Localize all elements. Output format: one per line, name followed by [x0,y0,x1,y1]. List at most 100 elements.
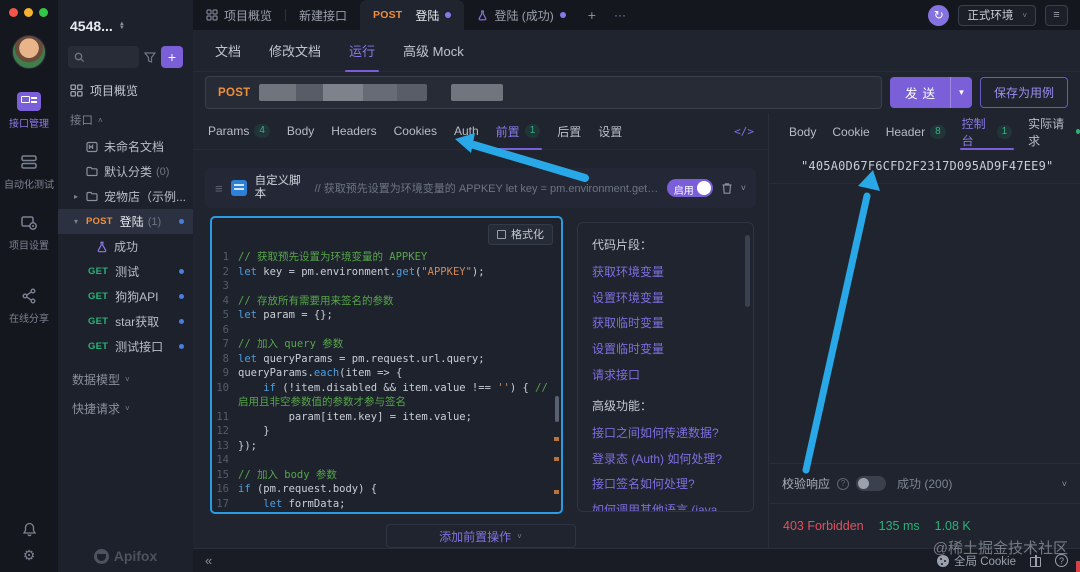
subtab-doc[interactable]: 文档 [215,30,241,72]
code-line[interactable]: 14 [212,453,561,468]
code-view-icon[interactable]: </> [734,125,754,138]
maximize-window-button[interactable] [39,8,48,17]
caret-expanded-icon[interactable]: ▾ [74,217,78,226]
advanced-help-link[interactable]: 如何调用其他语言 (java、python、php 等)? [592,502,741,512]
send-button[interactable]: 发送 ▼ [890,77,972,108]
tab-cookies[interactable]: Cookies [394,113,437,150]
sidebar-item-overview[interactable]: 项目概览 [58,68,193,99]
tab-response-cookie[interactable]: Cookie [832,113,869,150]
rail-item-online-share[interactable]: 在线分享 [0,286,58,325]
code-line[interactable]: 5let param = {}; [212,308,561,323]
code-line[interactable]: 11 param[item.key] = item.value; [212,410,561,425]
tab-auth[interactable]: Auth [454,113,479,150]
snippet-link[interactable]: 获取环境变量 [592,264,741,280]
collapse-sidebar-button[interactable]: « [205,553,212,568]
delete-trash-icon[interactable] [721,182,733,195]
search-input[interactable] [68,46,139,68]
format-button[interactable]: 格式化 [488,224,553,245]
tree-item-default-folder[interactable]: 默认分类 (0) [58,159,193,184]
caret-collapsed-icon[interactable]: ▸ [74,192,78,201]
code-line[interactable]: 1// 获取预先设置为环境变量的 APPKEY [212,250,561,265]
tab-console[interactable]: 控制台 1 [962,113,1013,150]
rail-item-automated-testing[interactable]: 自动化测试 [0,152,58,191]
snippet-link[interactable]: 设置环境变量 [592,290,741,306]
gift-icon[interactable] [1030,555,1041,567]
tree-item-get-endpoint[interactable]: GET star获取 [58,309,193,334]
close-window-button[interactable] [9,8,18,17]
environment-select[interactable]: 正式环境 ˅ [958,5,1036,26]
tab-login-success-case[interactable]: 登陆 (成功) [464,0,578,30]
request-url-input[interactable]: POST [205,76,882,109]
collapse-chevron-icon[interactable]: ˅ [741,183,746,193]
code-line[interactable]: 12 } [212,424,561,439]
console-output[interactable]: "405A0D67F6CFD2F2317D095AD9F47EE9" [769,150,1080,184]
enable-toggle[interactable]: 启用 [667,179,713,197]
drag-handle-icon[interactable]: ≡ [215,181,223,196]
code-line[interactable]: 7// 加入 query 参数 [212,337,561,352]
minimize-window-button[interactable] [24,8,33,17]
code-line[interactable]: 4// 存放所有需要用来签名的参数 [212,294,561,309]
rail-item-project-settings[interactable]: 项目设置 [0,213,58,252]
help-circle-icon[interactable]: ? [1055,554,1068,567]
sync-icon[interactable]: ↻ [928,5,949,26]
filter-icon[interactable] [144,52,156,63]
tab-params[interactable]: Params 4 [208,113,270,150]
subtab-run[interactable]: 运行 [349,30,375,72]
snippet-link[interactable]: 获取临时变量 [592,315,741,331]
script-code-editor[interactable]: 格式化 1// 获取预先设置为环境变量的 APPKEY2let key = pm… [210,216,563,514]
code-line[interactable]: 6 [212,323,561,338]
code-line[interactable]: 2let key = pm.environment.get("APPKEY"); [212,265,561,280]
user-avatar[interactable] [12,35,46,69]
more-tabs-button[interactable]: ··· [605,0,635,30]
menu-hamburger-icon[interactable]: ≡ [1045,5,1068,26]
tree-item-success-case[interactable]: 成功 [58,234,193,259]
global-cookie-button[interactable]: 全局 Cookie [937,553,1016,569]
notifications-bell-icon[interactable] [22,522,37,537]
tab-post-processors[interactable]: 后置 [557,113,581,150]
sidebar-group-quick-request[interactable]: 快捷请求 ˅ [58,388,193,417]
tab-pre-processors[interactable]: 前置 1 [496,113,541,150]
tree-item-get-endpoint[interactable]: GET 测试接口 [58,334,193,359]
tab-post-login[interactable]: POST 登陆 [360,0,464,30]
code-line[interactable]: 10 if (!item.disabled && item.value !== … [212,381,561,410]
code-editor-content[interactable]: 1// 获取预先设置为环境变量的 APPKEY2let key = pm.env… [212,250,561,511]
tab-actual-request[interactable]: 实际请求 [1028,113,1080,150]
advanced-help-link[interactable]: 接口之间如何传递数据? [592,425,741,441]
settings-gear-icon[interactable]: ⚙ [23,547,36,564]
code-line[interactable]: 3 [212,279,561,294]
add-pre-action-button[interactable]: 添加前置操作 ˅ [386,524,576,548]
subtab-advanced-mock[interactable]: 高级 Mock [403,30,464,72]
snippets-scrollbar-thumb[interactable] [745,235,750,307]
send-options-chevron-icon[interactable]: ▼ [950,77,972,108]
tree-item-get-endpoint[interactable]: GET 测试 [58,259,193,284]
code-line[interactable]: 15// 加入 body 参数 [212,468,561,483]
add-endpoint-button[interactable]: + [161,46,183,68]
advanced-help-link[interactable]: 接口签名如何处理? [592,476,741,492]
save-as-case-button[interactable]: 保存为用例 [980,77,1068,108]
sidebar-group-data-models[interactable]: 数据模型 ˅ [58,359,193,388]
scrollbar-thumb[interactable] [555,396,559,422]
tab-project-overview[interactable]: 项目概览 [193,0,285,30]
code-line[interactable]: 8let queryParams = pm.request.url.query; [212,352,561,367]
tab-response-body[interactable]: Body [789,113,816,150]
project-switcher[interactable]: 4548... ▲▼ [58,0,193,34]
new-tab-button[interactable]: + [579,0,605,30]
code-line[interactable]: 17 let formData; [212,497,561,512]
validate-toggle[interactable] [856,476,886,491]
code-line[interactable]: 16if (pm.request.body) { [212,482,561,497]
subtab-edit-doc[interactable]: 修改文档 [269,30,321,72]
tab-settings[interactable]: 设置 [598,113,622,150]
code-line[interactable]: 9queryParams.each(item => { [212,366,561,381]
editor-scrollbar[interactable] [554,254,560,508]
tab-new-endpoint[interactable]: 新建接口 [286,0,360,30]
snippet-link[interactable]: 设置临时变量 [592,341,741,357]
tab-headers[interactable]: Headers [331,113,376,150]
custom-script-card[interactable]: ≡ 自定义脚本 // 获取预先设置为环境变量的 APPKEY let key =… [205,168,756,208]
tree-item-get-endpoint[interactable]: GET 狗狗API [58,284,193,309]
snippet-link[interactable]: 请求接口 [592,367,741,383]
advanced-help-link[interactable]: 登录态 (Auth) 如何处理? [592,451,741,467]
tree-item-unnamed-doc[interactable]: 未命名文档 [58,134,193,159]
rail-item-api-management[interactable]: 接口管理 [0,91,58,130]
tree-item-login-endpoint[interactable]: ▾ POST 登陆 (1) [58,209,193,234]
help-question-icon[interactable]: ? [837,478,849,490]
